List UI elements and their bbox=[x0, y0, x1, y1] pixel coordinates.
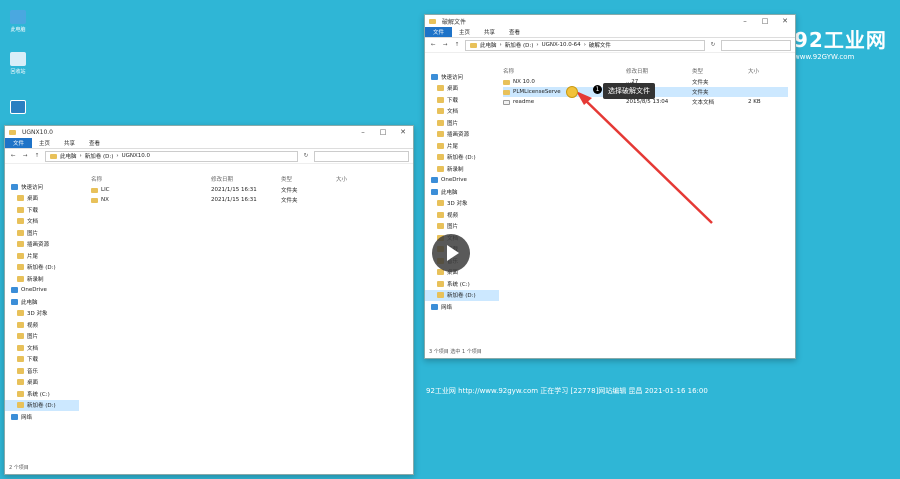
play-button[interactable] bbox=[432, 234, 470, 272]
watermark-text: 92工业网 http://www.92gyw.com 正在学习 [22778]网… bbox=[426, 387, 708, 395]
step-badge: 1 bbox=[593, 85, 602, 94]
cursor-highlight bbox=[566, 86, 578, 98]
callout-tooltip: 选择破解文件 bbox=[603, 83, 655, 99]
